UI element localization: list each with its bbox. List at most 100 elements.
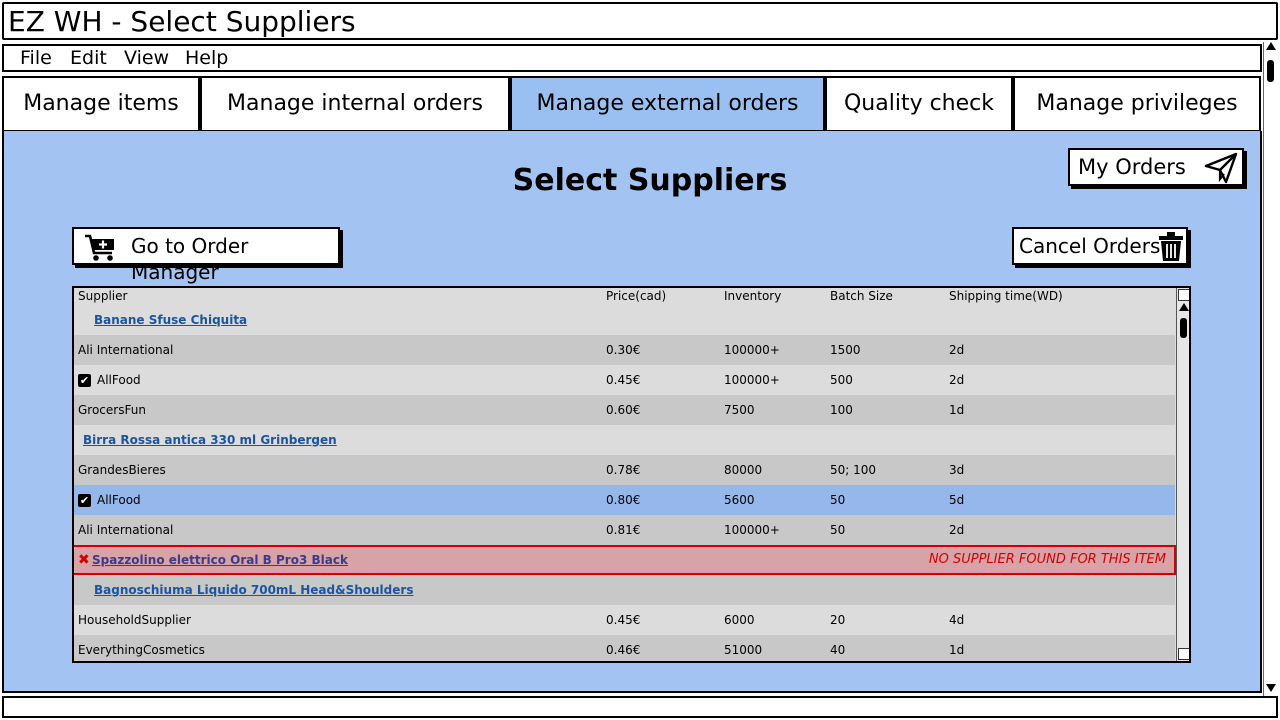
supplier-row[interactable]: EverythingCosmetics 0.46€ 51000 40 1d	[74, 635, 1175, 661]
cell-supplier: Ali International	[78, 515, 173, 545]
supplier-name: GrandesBieres	[78, 463, 166, 477]
go-to-order-manager-button[interactable]: Go to Order Manager	[72, 227, 340, 284]
supplier-name: EverythingCosmetics	[78, 643, 205, 657]
my-orders-button[interactable]: My Orders	[1068, 148, 1244, 186]
scroll-thumb[interactable]	[1267, 60, 1274, 82]
checkbox-checked-icon[interactable]: ✔	[78, 374, 91, 387]
cell-batch-size: 50	[830, 493, 846, 507]
supplier-row[interactable]: GrandesBieres 0.78€ 80000 50; 100 3d	[74, 455, 1175, 485]
tab-manage-internal-orders[interactable]: Manage internal orders	[200, 76, 510, 132]
cell-price: 0.81€	[606, 523, 641, 537]
supplier-name: AllFood	[97, 373, 141, 387]
tab-quality-check[interactable]: Quality check	[825, 76, 1013, 132]
menu-bar: File Edit View Help	[2, 44, 1262, 72]
my-orders-label: My Orders	[1078, 155, 1186, 179]
no-supplier-message: NO SUPPLIER FOUND FOR THIS ITEM	[928, 552, 1166, 567]
cell-price: 0.46€	[606, 643, 641, 657]
column-header-price[interactable]: Price(cad)	[606, 288, 666, 304]
cell-supplier: EverythingCosmetics	[78, 635, 205, 661]
cell-price: 0.45€	[606, 613, 641, 627]
window-scrollbar[interactable]	[1263, 42, 1277, 696]
cell-price: 0.60€	[606, 403, 641, 417]
trash-icon	[1159, 232, 1183, 261]
cell-batch-size: 20	[830, 613, 846, 627]
cell-price: 0.30€	[606, 343, 641, 357]
supplier-name: Ali International	[78, 523, 174, 537]
cell-inventory: 51000	[724, 643, 763, 657]
scroll-down-icon[interactable]	[1266, 684, 1276, 692]
cell-inventory: 6000	[724, 613, 755, 627]
cell-supplier: Ali International	[78, 335, 173, 365]
cell-inventory: 5600	[724, 493, 755, 507]
item-name-link[interactable]: Banane Sfuse Chiquita	[94, 305, 247, 335]
column-header-inventory[interactable]: Inventory	[724, 288, 781, 304]
cancel-orders-label: Cancel Orders	[1019, 234, 1161, 258]
tab-manage-external-orders[interactable]: Manage external orders	[510, 76, 825, 132]
cell-price: 0.45€	[606, 373, 641, 387]
item-name-link[interactable]: Birra Rossa antica 330 ml Grinbergen	[83, 425, 337, 455]
item-group-row[interactable]: Birra Rossa antica 330 ml Grinbergen	[74, 425, 1175, 455]
cell-shipping-time: 1d	[949, 403, 965, 417]
cell-shipping-time: 4d	[949, 613, 965, 627]
cell-supplier: ✔ AllFood	[78, 485, 141, 515]
cell-batch-size: 50	[830, 523, 846, 537]
suppliers-table: Supplier Price(cad) Inventory Batch Size…	[72, 286, 1191, 663]
cell-shipping-time: 3d	[949, 463, 965, 477]
cell-batch-size: 1500	[830, 343, 861, 357]
menu-help[interactable]: Help	[185, 46, 228, 70]
supplier-row[interactable]: HouseholdSupplier 0.45€ 6000 20 4d	[74, 605, 1175, 635]
supplier-row[interactable]: ✔ AllFood 0.80€ 5600 50 5d	[74, 485, 1175, 515]
page-title: Select Suppliers	[512, 163, 788, 198]
x-mark-icon: ✖	[78, 552, 90, 568]
column-header-supplier[interactable]: Supplier	[78, 288, 127, 304]
supplier-name: Ali International	[78, 343, 174, 357]
supplier-row[interactable]: ✔ AllFood 0.45€ 100000+ 500 2d	[74, 365, 1175, 395]
table-scroll-up-button[interactable]	[1178, 289, 1189, 301]
cell-inventory: 100000+	[724, 523, 780, 537]
cell-inventory: 100000+	[724, 373, 780, 387]
go-to-order-manager-label: Go to Order Manager	[131, 234, 249, 284]
supplier-name: HouseholdSupplier	[78, 613, 191, 627]
cancel-orders-button[interactable]: Cancel Orders	[1012, 227, 1188, 265]
supplier-row[interactable]: GrocersFun 0.60€ 7500 100 1d	[74, 395, 1175, 425]
supplier-row[interactable]: Ali International 0.30€ 100000+ 1500 2d	[74, 335, 1175, 365]
window-title: EZ WH - Select Suppliers	[8, 5, 356, 38]
menu-view[interactable]: View	[124, 46, 169, 70]
cell-shipping-time: 2d	[949, 343, 965, 357]
tab-manage-items[interactable]: Manage items	[2, 76, 200, 132]
cell-batch-size: 40	[830, 643, 846, 657]
status-bar	[2, 696, 1278, 718]
scroll-up-icon[interactable]	[1179, 303, 1189, 311]
paper-plane-icon	[1204, 152, 1238, 184]
cell-inventory: 80000	[724, 463, 763, 477]
supplier-row[interactable]: Ali International 0.81€ 100000+ 50 2d	[74, 515, 1175, 545]
window-title-bar: EZ WH - Select Suppliers	[2, 2, 1278, 40]
cell-inventory: 7500	[724, 403, 755, 417]
item-group-row[interactable]: Banane Sfuse Chiquita	[74, 305, 1175, 335]
menu-edit[interactable]: Edit	[70, 46, 107, 70]
item-name-link[interactable]: Bagnoschiuma Liquido 700mL Head&Shoulder…	[94, 575, 413, 605]
supplier-name: AllFood	[97, 493, 141, 507]
cell-shipping-time: 2d	[949, 373, 965, 387]
cell-price: 0.78€	[606, 463, 641, 477]
item-group-row[interactable]: Bagnoschiuma Liquido 700mL Head&Shoulder…	[74, 575, 1175, 605]
cell-batch-size: 50; 100	[830, 463, 877, 477]
table-scroll-down-button[interactable]	[1178, 648, 1189, 660]
cell-shipping-time: 1d	[949, 643, 965, 657]
tab-manage-privileges[interactable]: Manage privileges	[1013, 76, 1261, 132]
item-name-link[interactable]: Spazzolino elettrico Oral B Pro3 Black	[92, 545, 348, 575]
table-scrollbar[interactable]	[1176, 288, 1189, 661]
checkbox-checked-icon[interactable]: ✔	[78, 494, 91, 507]
scroll-up-icon[interactable]	[1266, 42, 1276, 50]
cell-supplier: GrandesBieres	[78, 455, 166, 485]
table-header: Supplier Price(cad) Inventory Batch Size…	[74, 288, 1174, 305]
cell-supplier: GrocersFun	[78, 395, 146, 425]
cell-shipping-time: 5d	[949, 493, 965, 507]
cell-price: 0.80€	[606, 493, 641, 507]
column-header-batch-size[interactable]: Batch Size	[830, 288, 893, 304]
item-error-row[interactable]: ✖ Spazzolino elettrico Oral B Pro3 Black N…	[74, 545, 1176, 575]
menu-file[interactable]: File	[20, 46, 52, 70]
column-header-shipping-time[interactable]: Shipping time(WD)	[949, 288, 1063, 304]
table-scroll-thumb[interactable]	[1180, 318, 1187, 338]
cell-supplier: ✔ AllFood	[78, 365, 141, 395]
